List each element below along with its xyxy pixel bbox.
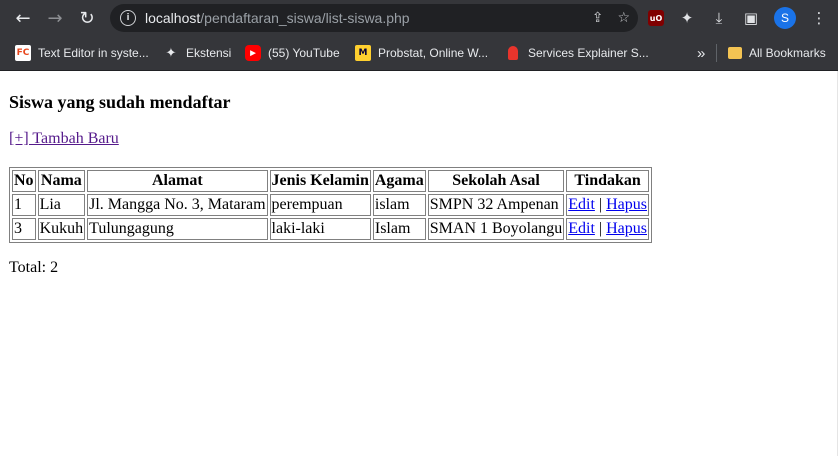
site-info-icon[interactable]: i xyxy=(120,10,136,26)
student-table: No Nama Alamat Jenis Kelamin Agama Sekol… xyxy=(9,167,652,243)
bookmarks-bar: FC Text Editor in syste... ✦ Ekstensi ▶ … xyxy=(0,36,838,71)
cell-no: 1 xyxy=(12,194,36,216)
column-header-alamat: Alamat xyxy=(87,170,268,192)
bookmark-text-editor[interactable]: FC Text Editor in syste... xyxy=(15,36,149,70)
column-header-nama: Nama xyxy=(37,170,86,192)
extensions-puzzle-icon[interactable]: ✦ xyxy=(678,9,696,27)
cell-jenis-kelamin: laki-laki xyxy=(269,218,371,240)
services-icon xyxy=(505,45,521,61)
page-content: Siswa yang sudah mendaftar [+] Tambah Ba… xyxy=(0,71,838,456)
address-bar[interactable]: i localhost/pendaftaran_siswa/list-siswa… xyxy=(110,4,638,32)
column-header-agama: Agama xyxy=(372,170,426,192)
add-new-link[interactable]: [+] Tambah Baru xyxy=(9,130,119,148)
profile-avatar[interactable]: S xyxy=(774,7,796,29)
bookmarks-divider xyxy=(716,44,717,62)
folder-icon xyxy=(728,47,742,59)
ublock-extension-icon[interactable]: uO xyxy=(648,10,664,26)
bookmark-services-explainer[interactable]: Services Explainer S... xyxy=(505,36,649,70)
action-separator: | xyxy=(594,220,607,237)
menu-kebab-icon[interactable]: ⋮ xyxy=(810,9,828,27)
cell-no: 3 xyxy=(12,218,36,240)
back-button[interactable]: ← xyxy=(8,3,38,33)
delete-link[interactable]: Hapus xyxy=(606,220,647,237)
bookmark-probstat[interactable]: M Probstat, Online W... xyxy=(355,36,488,70)
all-bookmarks-button[interactable]: All Bookmarks xyxy=(728,36,826,70)
table-row: 1 Lia Jl. Mangga No. 3, Mataram perempua… xyxy=(12,194,649,216)
bookmark-ekstensi[interactable]: ✦ Ekstensi xyxy=(163,36,232,70)
edit-link[interactable]: Edit xyxy=(568,196,595,213)
column-header-no: No xyxy=(12,170,36,192)
cell-sekolah-asal: SMAN 1 Boyolangu xyxy=(427,218,565,240)
table-row: 3 Kukuh Tulungagung laki-laki Islam SMAN… xyxy=(12,218,649,240)
miro-icon: M xyxy=(355,45,371,61)
table-header-row: No Nama Alamat Jenis Kelamin Agama Sekol… xyxy=(12,170,649,192)
bookmarks-overflow-button[interactable]: » xyxy=(697,36,705,70)
cell-nama: Kukuh xyxy=(37,218,86,240)
download-icon[interactable]: ⤓ xyxy=(710,9,728,27)
bookmark-star-icon[interactable]: ☆ xyxy=(617,10,630,26)
cell-jenis-kelamin: perempuan xyxy=(269,194,371,216)
youtube-icon: ▶ xyxy=(245,45,261,61)
fc-icon: FC xyxy=(15,45,31,61)
browser-toolbar: ← → ↻ i localhost/pendaftaran_siswa/list… xyxy=(0,0,838,36)
delete-link[interactable]: Hapus xyxy=(606,196,647,213)
cell-nama: Lia xyxy=(37,194,86,216)
cell-alamat: Tulungagung xyxy=(87,218,268,240)
column-header-jenis-kelamin: Jenis Kelamin xyxy=(269,170,371,192)
url-text: localhost/pendaftaran_siswa/list-siswa.p… xyxy=(145,10,410,26)
share-icon[interactable]: ⇪ xyxy=(592,10,604,26)
action-separator: | xyxy=(594,196,607,213)
column-header-tindakan: Tindakan xyxy=(566,170,649,192)
page-title: Siswa yang sudah mendaftar xyxy=(9,92,231,112)
total-count: Total: 2 xyxy=(9,259,59,276)
puzzle-icon: ✦ xyxy=(165,45,177,61)
cell-agama: islam xyxy=(372,194,426,216)
cell-sekolah-asal: SMPN 32 Ampenan xyxy=(427,194,565,216)
forward-button[interactable]: → xyxy=(40,3,70,33)
cell-tindakan: Edit | Hapus xyxy=(566,218,649,240)
reload-button[interactable]: ↻ xyxy=(72,3,102,33)
edit-link[interactable]: Edit xyxy=(568,220,595,237)
bookmark-youtube[interactable]: ▶ (55) YouTube xyxy=(245,36,340,70)
side-panel-icon[interactable]: ▣ xyxy=(742,9,760,27)
cell-tindakan: Edit | Hapus xyxy=(566,194,649,216)
column-header-sekolah-asal: Sekolah Asal xyxy=(427,170,565,192)
cell-agama: Islam xyxy=(372,218,426,240)
cell-alamat: Jl. Mangga No. 3, Mataram xyxy=(87,194,268,216)
